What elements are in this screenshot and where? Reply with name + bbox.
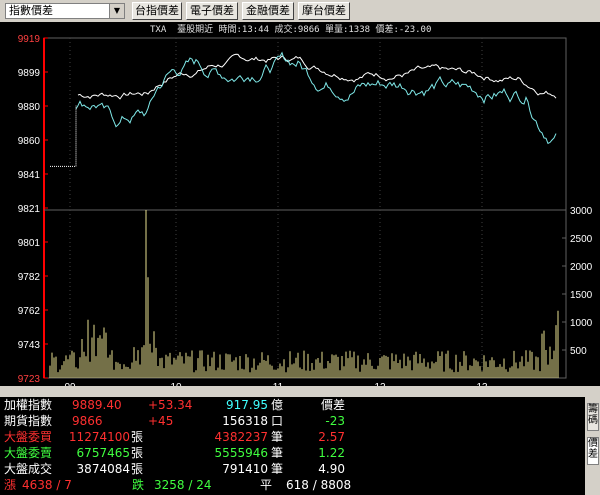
left-tick-label: 9743 xyxy=(18,340,41,351)
index-series-line xyxy=(77,53,557,100)
futures-series-line xyxy=(75,51,557,145)
right-tick-label: 2000 xyxy=(570,262,593,273)
side-tab-strip: 籌碼 價差 xyxy=(585,397,600,495)
summary-v4-3: 1.22 xyxy=(318,446,345,460)
right-tick-label: 3000 xyxy=(570,206,593,217)
summary-u1-2: 張 xyxy=(131,430,144,444)
tab-chips[interactable]: 籌碼 xyxy=(587,403,599,431)
advance-label: 漲 xyxy=(4,478,17,492)
summary-u3-0: 億 xyxy=(271,398,284,412)
left-tick-label: 9801 xyxy=(18,238,41,249)
right-tick-label: 500 xyxy=(570,346,587,357)
plot-frame xyxy=(43,37,567,379)
left-tick-label: 9821 xyxy=(18,204,41,215)
decline-label: 跌 xyxy=(132,478,145,492)
finance-spread-button[interactable]: 金融價差 xyxy=(242,2,294,20)
left-tick-label: 9919 xyxy=(18,34,41,45)
summary-u1-3: 張 xyxy=(131,446,144,460)
msci-spread-button[interactable]: 摩台價差 xyxy=(298,2,350,20)
summary-v4-0: 價差 xyxy=(320,398,345,412)
indicator-select[interactable]: 指數價差 ▼ xyxy=(5,3,125,19)
summary-u3-3: 筆 xyxy=(271,446,284,460)
summary-v3-2: 4382237 xyxy=(214,430,268,444)
chart-info-line: TXA 臺股期近 時間:13:44 成交:9866 單量:1338 價差:-23… xyxy=(150,25,432,35)
summary-u1-4: 張 xyxy=(131,462,144,476)
summary-v1-3: 6757465 xyxy=(76,446,130,460)
left-tick-label: 9880 xyxy=(18,102,41,113)
summary-v4-4: 4.90 xyxy=(318,462,345,476)
chart-canvas: 9919 9899 9880 9860 9841 9821 9801 9782 9762 9743… xyxy=(18,34,593,386)
decline-count: 3258 / 24 xyxy=(154,478,212,492)
summary-u3-1: 口 xyxy=(271,414,284,428)
summary-u3-4: 筆 xyxy=(271,462,284,476)
summary-v1-2: 11274100 xyxy=(68,430,130,444)
taiex-spread-button[interactable]: 台指價差 xyxy=(132,2,182,20)
left-tick-label: 9723 xyxy=(18,374,41,385)
right-tick-label: 2500 xyxy=(570,234,593,245)
summary-label-0: 加權指數 xyxy=(4,398,53,412)
advance-count: 4638 / 7 xyxy=(22,478,72,492)
summary-v1-4: 3874084 xyxy=(76,462,130,476)
summary-v3-0: 917.95 xyxy=(226,398,268,412)
summary-u3-2: 筆 xyxy=(271,430,284,444)
divider xyxy=(0,386,600,397)
unchanged-label: 平 xyxy=(260,478,273,492)
summary-v3-1: 156318 xyxy=(222,414,268,428)
electronics-spread-button[interactable]: 電子價差 xyxy=(186,2,238,20)
summary-v1-1: 9866 xyxy=(72,414,103,428)
summary-label-1: 期貨指數 xyxy=(4,414,53,428)
left-tick-label: 9860 xyxy=(18,136,41,147)
right-tick-label: 1000 xyxy=(570,318,593,329)
market-summary-panel: 加權指數 9889.40 +53.34 917.95 億價差 期貨指數 9866 +45 156… xyxy=(0,397,585,495)
summary-v3-3: 5555946 xyxy=(214,446,268,460)
left-tick-label: 9762 xyxy=(18,306,41,317)
summary-v3-4: 791410 xyxy=(222,462,268,476)
toolbar: 指數價差 ▼ 台指價差 電子價差 金融價差 摩台價差 xyxy=(0,0,600,22)
summary-v1-0: 9889.40 xyxy=(72,398,122,412)
tab-spread[interactable]: 價差 xyxy=(587,437,599,465)
chevron-down-icon[interactable]: ▼ xyxy=(109,4,124,18)
left-tick-label: 9899 xyxy=(18,68,41,79)
indicator-select-value: 指數價差 xyxy=(9,4,53,17)
unchanged-count: 618 / 8808 xyxy=(286,478,352,492)
price-volume-chart[interactable]: 9919 9899 9880 9860 9841 9821 9801 9782 9762 9743… xyxy=(0,22,600,386)
left-tick-label: 9841 xyxy=(18,170,41,181)
right-tick-label: 1500 xyxy=(570,290,593,301)
summary-v4-2: 2.57 xyxy=(318,430,345,444)
left-tick-label: 9782 xyxy=(18,272,41,283)
summary-v4-1: -23 xyxy=(325,414,345,428)
